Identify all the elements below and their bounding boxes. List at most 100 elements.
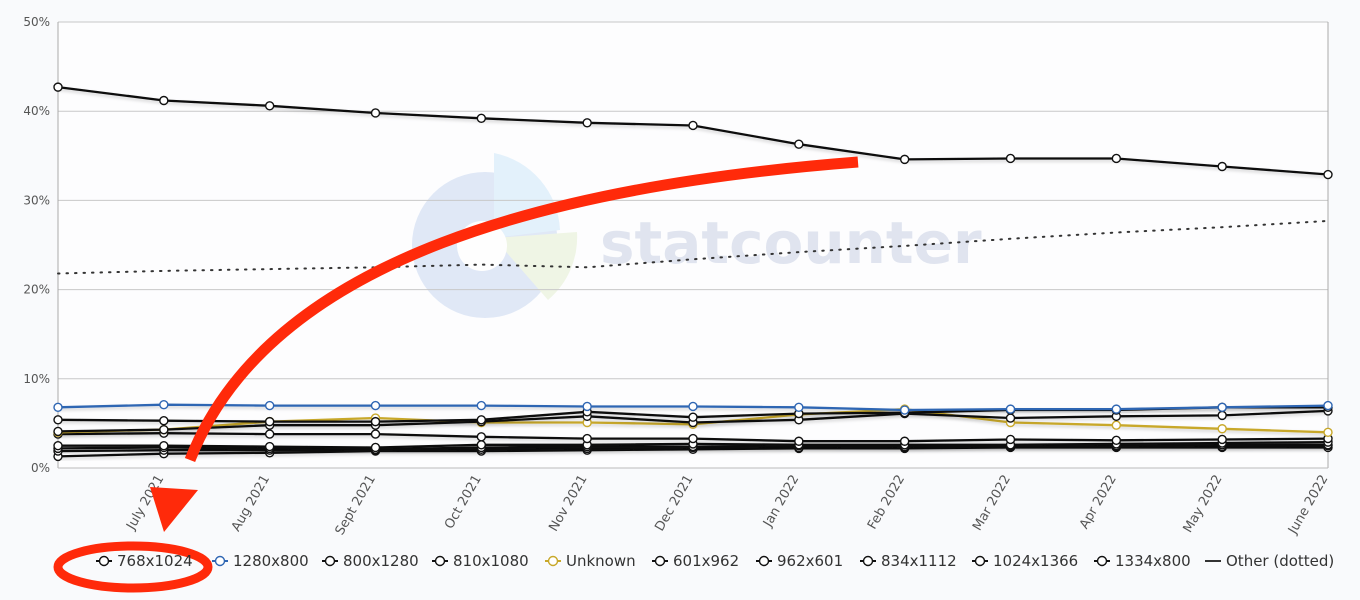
legend-item-800x1280[interactable]: 800x1280 bbox=[322, 552, 419, 570]
data-point[interactable] bbox=[264, 101, 275, 111]
x-tick-label: Apr 2022 bbox=[1077, 473, 1120, 532]
data-point[interactable] bbox=[53, 402, 63, 413]
data-point[interactable] bbox=[370, 400, 381, 411]
x-axis-ticks: July 2021 Aug 2021 Sept 2021 Oct 2021 Nov 20… bbox=[124, 473, 1332, 538]
data-point[interactable] bbox=[1217, 434, 1227, 445]
y-tick-label: 50% bbox=[23, 15, 50, 29]
x-tick-label: May 2022 bbox=[1181, 473, 1226, 536]
x-tick-label: Sept 2021 bbox=[333, 473, 379, 538]
data-point[interactable] bbox=[582, 118, 592, 128]
data-point[interactable] bbox=[1005, 434, 1016, 445]
legend-label: 1280x800 bbox=[233, 552, 309, 570]
legend-line-icon bbox=[1205, 560, 1221, 562]
data-point[interactable] bbox=[582, 433, 592, 444]
data-point[interactable] bbox=[476, 432, 487, 442]
legend-marker-icon bbox=[96, 555, 112, 567]
data-point[interactable] bbox=[476, 415, 487, 425]
data-point[interactable] bbox=[794, 139, 804, 149]
data-point[interactable] bbox=[159, 399, 169, 410]
data-point[interactable] bbox=[1111, 435, 1122, 446]
data-point[interactable] bbox=[1217, 410, 1227, 421]
data-point[interactable] bbox=[1217, 402, 1227, 413]
data-point[interactable] bbox=[476, 400, 487, 411]
legend-item-768x1024[interactable]: 768x1024 bbox=[96, 552, 193, 570]
y-tick-label: 20% bbox=[23, 283, 50, 297]
x-tick-label: Feb 2022 bbox=[865, 473, 908, 533]
legend-label: 834x1112 bbox=[881, 552, 957, 570]
data-point[interactable] bbox=[1111, 404, 1122, 414]
data-point[interactable] bbox=[899, 154, 910, 165]
data-point[interactable] bbox=[688, 412, 698, 422]
data-point[interactable] bbox=[794, 436, 804, 446]
data-point[interactable] bbox=[1005, 404, 1016, 414]
data-point[interactable] bbox=[53, 82, 63, 92]
x-tick-label: Oct 2021 bbox=[442, 473, 485, 532]
data-point[interactable] bbox=[159, 441, 169, 451]
legend-marker-icon bbox=[212, 555, 228, 567]
data-point[interactable] bbox=[1323, 169, 1333, 180]
data-point[interactable] bbox=[159, 424, 169, 435]
legend-item-834x1112[interactable]: 834x1112 bbox=[860, 552, 957, 570]
data-point[interactable] bbox=[899, 405, 910, 415]
data-point[interactable] bbox=[53, 426, 63, 437]
data-point[interactable] bbox=[159, 95, 169, 106]
data-point[interactable] bbox=[264, 400, 275, 411]
y-tick-label: 30% bbox=[23, 193, 50, 207]
data-point[interactable] bbox=[264, 416, 275, 427]
data-point[interactable] bbox=[1323, 400, 1333, 411]
data-point[interactable] bbox=[370, 429, 381, 439]
line-chart: statcounter 0%10%20%30%40%50% July 2021 A… bbox=[23, 15, 1333, 593]
legend-item-1334x800[interactable]: 1334x800 bbox=[1094, 552, 1191, 570]
data-point[interactable] bbox=[370, 442, 381, 453]
legend-marker-icon bbox=[1094, 555, 1110, 567]
x-tick-label: Aug 2021 bbox=[229, 473, 273, 535]
data-point[interactable] bbox=[1005, 153, 1016, 164]
legend-marker-icon bbox=[756, 555, 772, 567]
legend-marker-icon bbox=[972, 555, 988, 567]
data-point[interactable] bbox=[264, 429, 275, 439]
y-tick-label: 40% bbox=[23, 104, 50, 118]
legend-item-1280x800[interactable]: 1280x800 bbox=[212, 552, 309, 570]
data-point[interactable] bbox=[1323, 427, 1333, 438]
legend-label: Unknown bbox=[566, 552, 636, 570]
legend-label: Other (dotted) bbox=[1226, 552, 1335, 570]
legend-item-601x962[interactable]: 601x962 bbox=[652, 552, 739, 570]
data-point[interactable] bbox=[1217, 161, 1227, 172]
legend-marker-icon bbox=[432, 555, 448, 567]
data-point[interactable] bbox=[53, 415, 63, 425]
legend-marker-icon bbox=[860, 555, 876, 567]
data-point[interactable] bbox=[159, 416, 169, 426]
data-point[interactable] bbox=[688, 401, 698, 412]
legend-item-1024x1366[interactable]: 1024x1366 bbox=[972, 552, 1078, 570]
data-point[interactable] bbox=[1005, 413, 1016, 423]
data-point[interactable] bbox=[476, 113, 487, 124]
legend-marker-icon bbox=[652, 555, 668, 567]
y-axis-ticks: 0% 10% 20% 30% 40% 50% bbox=[23, 15, 50, 475]
x-tick-label: Jan 2022 bbox=[760, 473, 802, 531]
y-tick-label: 10% bbox=[23, 372, 50, 386]
legend-label: 800x1280 bbox=[343, 552, 419, 570]
data-point[interactable] bbox=[370, 108, 381, 118]
data-point[interactable] bbox=[688, 433, 698, 444]
legend-marker-icon bbox=[322, 555, 338, 567]
data-point[interactable] bbox=[476, 440, 487, 450]
data-point[interactable] bbox=[688, 120, 698, 131]
data-point[interactable] bbox=[53, 441, 63, 451]
data-point[interactable] bbox=[1111, 153, 1122, 164]
legend-item-other-dotted-[interactable]: Other (dotted) bbox=[1205, 552, 1334, 570]
legend-label: 810x1080 bbox=[453, 552, 529, 570]
legend-label: 601x962 bbox=[673, 552, 740, 570]
data-point[interactable] bbox=[1111, 420, 1122, 430]
data-point[interactable] bbox=[264, 441, 275, 452]
legend-item-962x601[interactable]: 962x601 bbox=[756, 552, 843, 570]
data-point[interactable] bbox=[794, 402, 804, 413]
data-point[interactable] bbox=[370, 416, 381, 427]
legend-item-810x1080[interactable]: 810x1080 bbox=[432, 552, 529, 570]
legend-marker-icon bbox=[545, 555, 561, 567]
data-point[interactable] bbox=[899, 436, 910, 446]
data-point[interactable] bbox=[1217, 424, 1227, 434]
data-point[interactable] bbox=[582, 401, 592, 412]
legend-item-unknown[interactable]: Unknown bbox=[545, 552, 636, 570]
legend-label: 1024x1366 bbox=[993, 552, 1079, 570]
watermark-text: statcounter bbox=[600, 209, 982, 277]
